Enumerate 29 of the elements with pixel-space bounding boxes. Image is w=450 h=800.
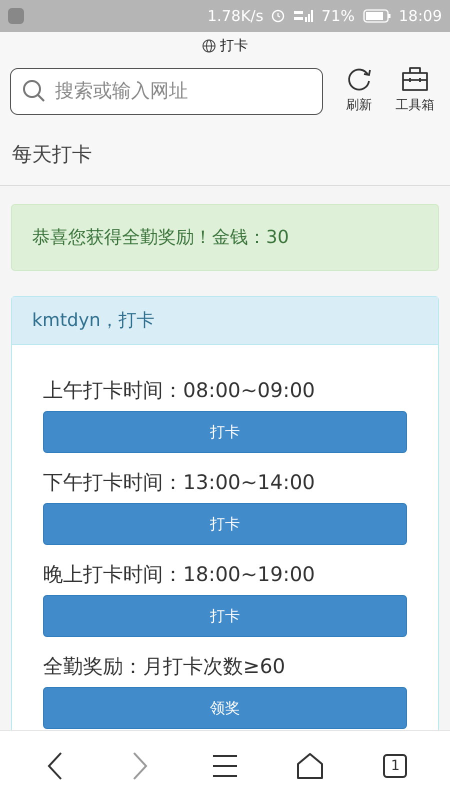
checkin-time-label: 上午打卡时间：08:00~09:00 bbox=[43, 377, 316, 404]
clock: 18:09 bbox=[398, 6, 442, 27]
toolbox-icon bbox=[401, 66, 429, 92]
app-notification-icon bbox=[8, 8, 24, 24]
network-speed: 1.78K/s bbox=[207, 6, 264, 27]
success-alert: 恭喜您获得全勤奖励！金钱：30 bbox=[11, 204, 439, 271]
globe-icon bbox=[202, 39, 216, 53]
checkin-button[interactable]: 打卡 bbox=[43, 411, 407, 453]
refresh-button[interactable]: 刷新 bbox=[339, 66, 379, 116]
panel-title: kmtdyn，打卡 bbox=[32, 309, 155, 333]
checkin-time-label: 全勤奖励：月打卡次数≥60 bbox=[43, 653, 286, 680]
signal-icon bbox=[293, 9, 314, 23]
checkin-time-label: 晚上打卡时间：18:00~19:00 bbox=[43, 561, 316, 588]
home-icon bbox=[296, 752, 324, 780]
checkin-button[interactable]: 打卡 bbox=[43, 595, 407, 637]
toolbox-button[interactable]: 工具箱 bbox=[395, 66, 435, 116]
tabs-button[interactable]: 1 bbox=[371, 742, 420, 790]
checkin-time-label: 下午打卡时间：13:00~14:00 bbox=[43, 469, 316, 496]
alarm-icon bbox=[271, 9, 286, 23]
page-heading: 每天打卡 bbox=[12, 140, 92, 168]
checkin-button[interactable]: 打卡 bbox=[43, 503, 407, 545]
battery-percent: 71% bbox=[321, 6, 355, 27]
refresh-icon bbox=[346, 66, 372, 92]
search-field[interactable]: 搜索或输入网址 bbox=[10, 68, 323, 114]
page-title: 打卡 bbox=[220, 36, 248, 56]
menu-icon bbox=[212, 752, 238, 778]
battery-icon bbox=[362, 9, 391, 23]
checkin-button[interactable]: 领奖 bbox=[43, 687, 407, 729]
search-icon bbox=[22, 78, 46, 102]
